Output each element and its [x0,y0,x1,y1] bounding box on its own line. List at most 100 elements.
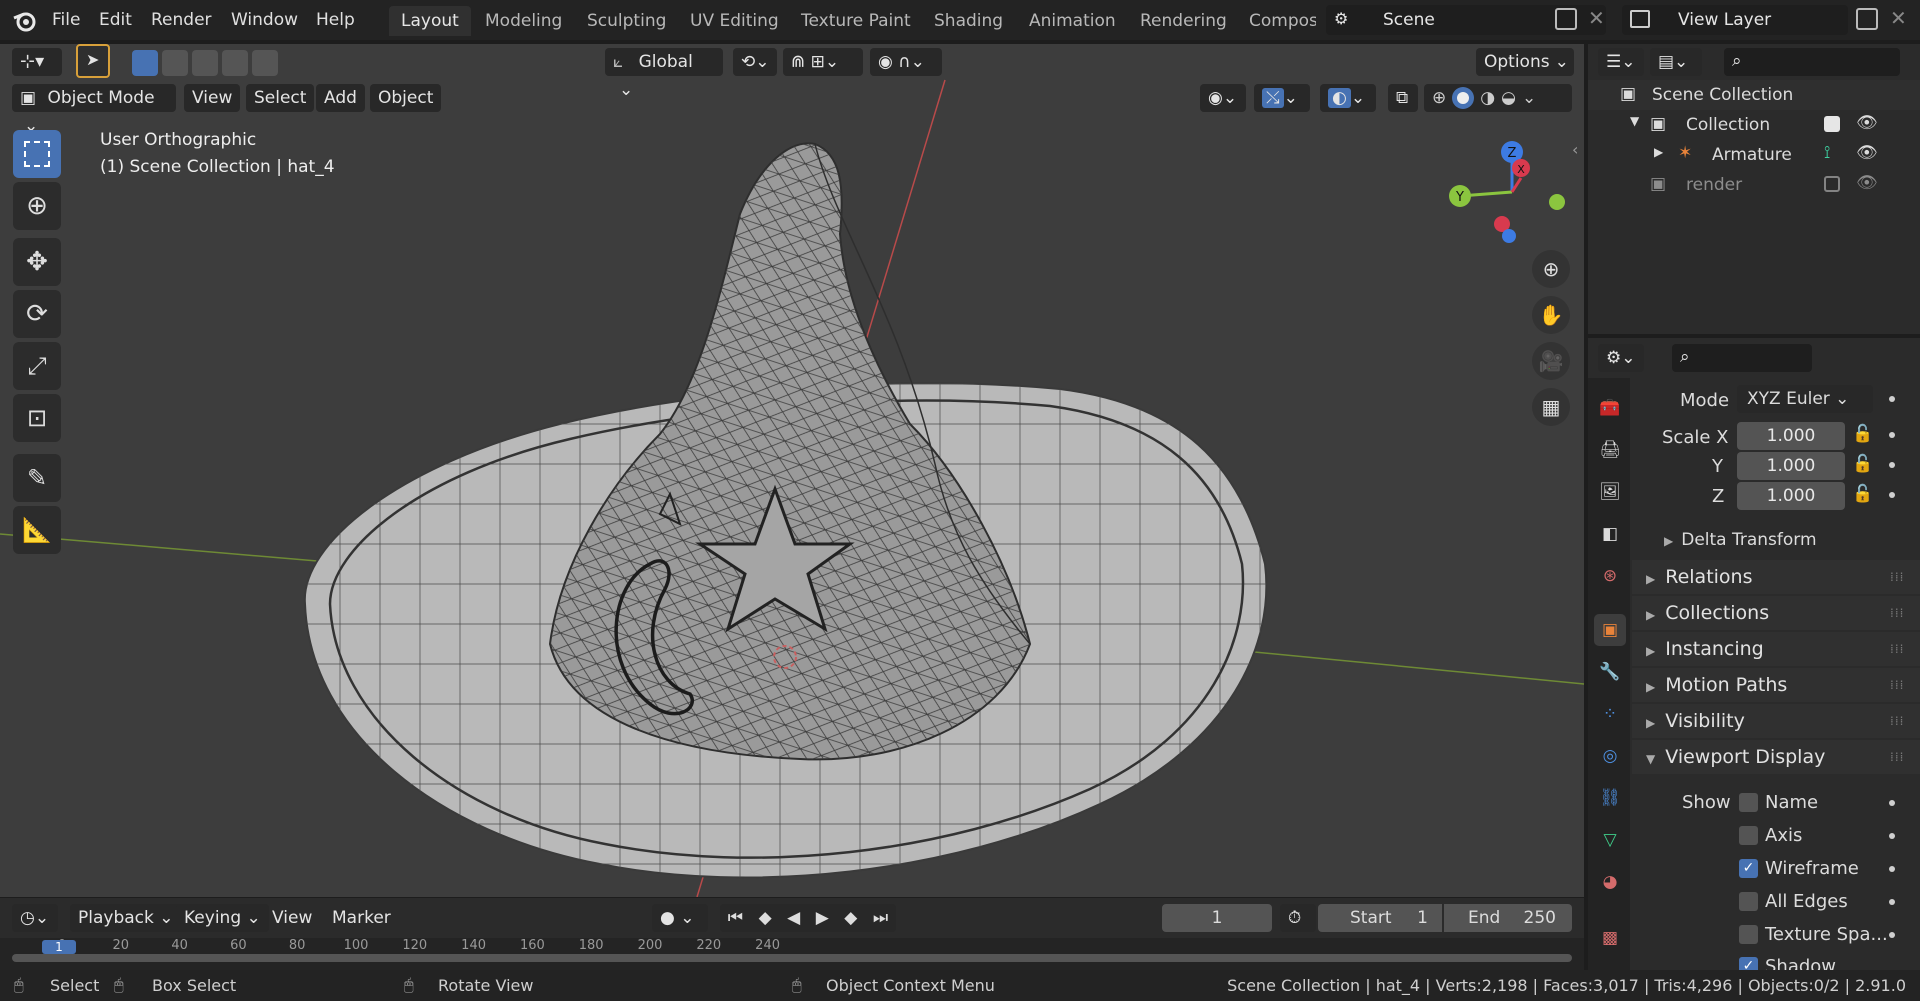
tab-tool[interactable]: 🧰 [1594,392,1626,424]
animate-property-icon[interactable] [1889,800,1895,806]
xray-toggle[interactable]: ⧉ [1388,84,1418,112]
show-texture-space-checkbox[interactable] [1739,925,1758,944]
wireframe-shading-icon[interactable]: ⊕ [1432,88,1446,108]
properties-editor-type[interactable]: ⚙⌄ [1598,344,1644,372]
scale-tool[interactable]: ⤢ [13,342,61,390]
show-axis-checkbox[interactable] [1739,826,1758,845]
prev-keyframe-icon[interactable]: ◆ [759,908,772,928]
timeline-ruler[interactable]: 020406080100120140160180200220240 1 [0,938,1584,970]
new-scene-icon[interactable] [1555,8,1577,30]
outliner-row-render[interactable]: ▣ render 👁 [1588,170,1920,200]
jump-end-icon[interactable]: ⏭ [873,908,888,928]
menu-file[interactable]: File [52,10,80,30]
cursor-tool[interactable]: ⊕ [13,182,61,230]
panel-visibility[interactable]: ▶ Visibility ⁞⁞⁞ [1632,704,1920,738]
animate-property-icon[interactable] [1889,396,1895,402]
tab-data[interactable]: ▽ [1594,824,1626,856]
tab-scene[interactable]: ⊛ [1594,560,1626,592]
rendered-shading-icon[interactable]: ◒ [1501,88,1516,108]
lock-icon[interactable]: 🔓 [1852,454,1873,474]
tab-modeling[interactable]: Modeling [473,6,574,36]
delete-scene-icon[interactable]: ✕ [1588,6,1605,30]
panel-collections[interactable]: ▶ Collections ⁞⁞⁞ [1632,596,1920,630]
tab-modifiers[interactable]: 🔧 [1594,656,1626,688]
rotation-mode-dropdown[interactable]: XYZ Euler ⌄ [1737,385,1873,413]
gizmo-toggle[interactable]: ⤯ ⌄ [1254,84,1310,112]
timeline-editor-type[interactable]: ◷⌄ [12,904,58,932]
preview-range-toggle[interactable]: ⏱ [1280,904,1316,932]
pan-button[interactable]: ✋ [1532,296,1570,334]
panel-instancing[interactable]: ▶ Instancing ⁞⁞⁞ [1632,632,1920,666]
tab-shading[interactable]: Shading [922,6,1015,36]
eye-icon[interactable]: 👁 [1856,173,1878,193]
select-box-tool[interactable] [13,130,61,178]
jump-start-icon[interactable]: ⏮ [728,908,743,928]
animate-property-icon[interactable] [1889,432,1895,438]
menu-object[interactable]: Object [370,84,442,112]
view-layer-selector[interactable]: View Layer [1622,5,1848,35]
tab-compositing[interactable]: Compos [1237,6,1316,36]
tab-texture[interactable]: ▩ [1594,922,1626,954]
collection-exclude-checkbox[interactable] [1824,116,1840,132]
play-reverse-icon[interactable]: ◀ [787,908,800,928]
end-frame-field[interactable]: End 250 [1444,904,1572,932]
outliner-row-scene-collection[interactable]: ▣ Scene Collection [1588,80,1920,110]
scale-y-field[interactable]: 1.000 [1737,452,1845,480]
animate-property-icon[interactable] [1889,462,1895,468]
menu-marker[interactable]: Marker [324,904,399,932]
animate-property-icon[interactable] [1889,492,1895,498]
play-icon[interactable]: ▶ [816,908,829,928]
start-frame-field[interactable]: Start 1 [1318,904,1442,932]
mode-dropdown[interactable]: ▣ Object Mode ⌄ [12,84,176,136]
playhead[interactable]: 1 [42,940,76,954]
panel-viewport-display[interactable]: ▼ Viewport Display ⁞⁞⁞ [1632,740,1920,774]
scale-z-field[interactable]: 1.000 [1737,482,1845,510]
outliner-row-armature[interactable]: ▶ ✶ Armature ⟟ 👁 [1588,140,1920,170]
tab-output[interactable]: 🖼 [1594,476,1626,508]
transform-tool[interactable]: ⊡ [13,394,61,442]
auto-keying-toggle[interactable]: ● ⌄ [652,904,708,932]
menu-add[interactable]: Add [316,84,365,112]
expand-arrow-icon[interactable]: ▶ [1654,145,1663,159]
menu-playback[interactable]: Playback ⌄ [70,904,182,932]
select-intersect-icon[interactable] [252,50,278,76]
annotate-tool[interactable]: ✎ [13,454,61,502]
tab-layout[interactable]: Layout [389,6,471,36]
new-view-layer-icon[interactable] [1856,8,1878,30]
menu-timeline-view[interactable]: View [264,904,320,932]
menu-view[interactable]: View [184,84,241,112]
scale-x-field[interactable]: 1.000 [1737,422,1845,450]
tab-render[interactable]: 🖨 [1594,434,1626,466]
tab-rendering[interactable]: Rendering [1128,6,1239,36]
menu-keying[interactable]: Keying ⌄ [176,904,269,932]
tab-uv-editing[interactable]: UV Editing [678,6,791,36]
animate-property-icon[interactable] [1889,833,1895,839]
show-wireframe-checkbox[interactable]: ✓ [1739,859,1758,878]
blender-logo-icon[interactable] [12,8,38,34]
menu-edit[interactable]: Edit [99,10,132,30]
show-name-checkbox[interactable] [1739,793,1758,812]
eye-icon[interactable]: 👁 [1856,143,1878,163]
tab-view-layer[interactable]: ◧ [1594,518,1626,550]
show-shadow-checkbox[interactable]: ✓ [1739,957,1758,970]
animate-property-icon[interactable] [1889,866,1895,872]
tab-animation[interactable]: Animation [1017,6,1128,36]
move-tool[interactable]: ✥ [13,238,61,286]
editor-type-button[interactable]: ⊹▾ [12,48,62,76]
delta-transform-subpanel[interactable]: ▶ Delta Transform [1664,530,1817,550]
proportional-edit-button[interactable]: ◉ ∩⌄ [870,48,942,76]
tab-object[interactable]: ▣ [1594,614,1626,646]
animate-property-icon[interactable] [1889,932,1895,938]
tab-texture-paint[interactable]: Texture Paint [789,6,923,36]
3d-viewport[interactable]: ⊹▾ ➤ ⟀ Global ⌄ ⟲⌄ ⋒ ⊞⌄ ◉ ∩⌄ Options ⌄ ▣ … [0,44,1584,897]
show-all-edges-checkbox[interactable] [1739,892,1758,911]
tab-physics[interactable]: ◎ [1594,740,1626,772]
solid-shading-icon[interactable] [1452,87,1475,109]
panel-relations[interactable]: ▶ Relations ⁞⁞⁞ [1632,560,1920,594]
select-invert-icon[interactable] [222,50,248,76]
menu-help[interactable]: Help [316,10,355,30]
select-subtract-icon[interactable] [192,50,218,76]
transform-orientation-dropdown[interactable]: ⟀ Global ⌄ [605,48,723,100]
outliner-search-input[interactable]: ⌕ [1724,48,1900,76]
rotate-tool[interactable]: ⟳ [13,290,61,338]
